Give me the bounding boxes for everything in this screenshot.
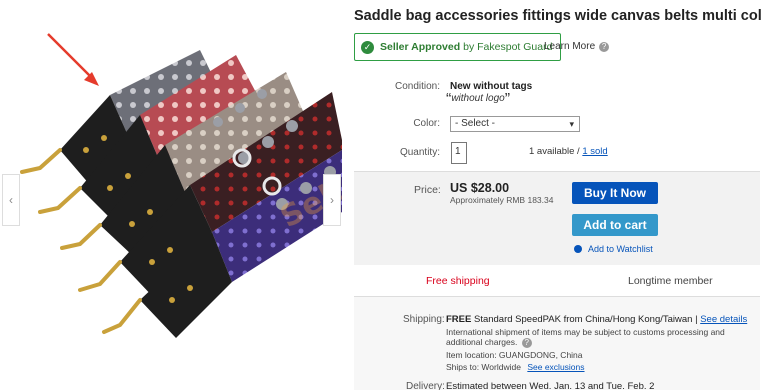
quantity-input[interactable]: 1 xyxy=(451,142,467,164)
ships-to: Ships to: Worldwide See exclusions xyxy=(446,362,585,372)
shipping-main: FREE Standard SpeedPAK from China/Hong K… xyxy=(446,314,756,326)
fakespot-by-text: by Fakespot Guard xyxy=(463,41,553,53)
price-label: Price: xyxy=(414,184,441,196)
delivery-label: Delivery: xyxy=(406,381,445,390)
shipping-free: FREE xyxy=(446,314,472,325)
help-icon[interactable]: ? xyxy=(599,41,610,52)
sold-link[interactable]: 1 sold xyxy=(582,146,607,157)
shipping-note: International shipment of items may be s… xyxy=(446,327,756,348)
add-to-cart-button[interactable]: Add to cart xyxy=(572,214,658,236)
delivery-value: Estimated between Wed. Jan. 13 and Tue. … xyxy=(446,381,655,390)
gallery-prev-button[interactable]: ‹ xyxy=(2,174,20,226)
fakespot-approved-text: Seller Approved xyxy=(380,41,461,53)
shipping-method: Standard SpeedPAK from China/Hong Kong/T… xyxy=(473,314,698,325)
gallery-next-button[interactable]: › xyxy=(323,174,341,226)
availability: 1 available / 1 sold xyxy=(529,146,608,157)
add-to-watchlist-link[interactable]: Add to Watchlist xyxy=(574,244,653,254)
condition-label: Condition: xyxy=(394,81,440,92)
watchlist-label: Add to Watchlist xyxy=(588,244,653,254)
color-select[interactable]: - Select - ▾ xyxy=(450,116,580,132)
available-text: 1 available / xyxy=(529,146,580,157)
chevron-left-icon: ‹ xyxy=(9,193,13,207)
chevron-down-icon: ▾ xyxy=(569,119,574,129)
item-location: Item location: GUANGDONG, China xyxy=(446,350,583,360)
price-approx: Approximately RMB 183.34 xyxy=(450,195,554,205)
learn-more-link[interactable]: Learn More ? xyxy=(544,41,610,52)
check-circle-icon: ✓ xyxy=(361,40,374,54)
ships-to-text: Ships to: Worldwide xyxy=(446,362,521,372)
chevron-right-icon: › xyxy=(330,193,334,207)
longtime-member-badge: Longtime member xyxy=(628,275,713,287)
eye-icon xyxy=(574,245,582,253)
help-icon[interactable]: ? xyxy=(521,338,532,348)
image-gallery: Seller Guard ‹ › xyxy=(0,0,342,390)
condition-note-text: without logo xyxy=(451,93,505,104)
shipping-section: Shipping: FREE Standard SpeedPAK from Ch… xyxy=(354,297,760,390)
quantity-label: Quantity: xyxy=(399,147,440,158)
free-shipping-badge: Free shipping xyxy=(426,275,490,287)
price-box: Price: US $28.00 Approximately RMB 183.3… xyxy=(354,171,760,265)
see-exclusions-link[interactable]: See exclusions xyxy=(527,362,584,372)
price-value: US $28.00 xyxy=(450,181,510,195)
item-title: Saddle bag accessories fittings wide can… xyxy=(354,8,762,24)
learn-more-label: Learn More xyxy=(544,41,596,52)
condition-note: “without logo” xyxy=(446,91,511,108)
listing-panel: Saddle bag accessories fittings wide can… xyxy=(350,0,762,390)
color-label: Color: xyxy=(413,118,440,129)
buy-it-now-button[interactable]: Buy It Now xyxy=(572,182,658,204)
see-details-link[interactable]: See details xyxy=(700,314,747,325)
shipping-label: Shipping: xyxy=(403,314,445,325)
shipping-note-text: International shipment of items may be s… xyxy=(446,327,725,347)
badge-strip: Free shipping Longtime member xyxy=(354,265,760,297)
fakespot-badge[interactable]: ✓ Seller Approved by Fakespot Guard xyxy=(354,33,562,61)
color-selected-value: - Select - xyxy=(455,118,496,129)
